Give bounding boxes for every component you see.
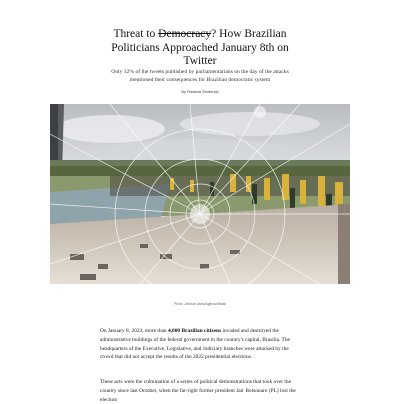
title-prefix: Threat to — [113, 28, 159, 40]
article-page: Threat to Democracy? How Brazilian Polit… — [0, 0, 400, 403]
article-paragraph-1: On January 8, 2023, more than 4,000 Braz… — [100, 327, 300, 362]
image-caption: Photo: Joédson Alves/Agência Brasil — [174, 302, 226, 306]
paragraph-1-bold: 4,000 Brazilian citizens — [167, 328, 222, 334]
article-byline: By Rafaela Sinderski — [181, 89, 219, 94]
article-paragraph-2: These acts were the culmination of a ser… — [100, 379, 296, 403]
hero-image — [50, 104, 350, 284]
shattered-glass-photo — [50, 104, 350, 284]
article-subtitle: Only 32% of the tweets published by parl… — [111, 69, 289, 84]
title-struck-word: Democracy — [158, 28, 212, 40]
paragraph-1-text-a: On January 8, 2023, more than — [100, 328, 168, 334]
article-title: Threat to Democracy? How Brazilian Polit… — [95, 28, 305, 69]
